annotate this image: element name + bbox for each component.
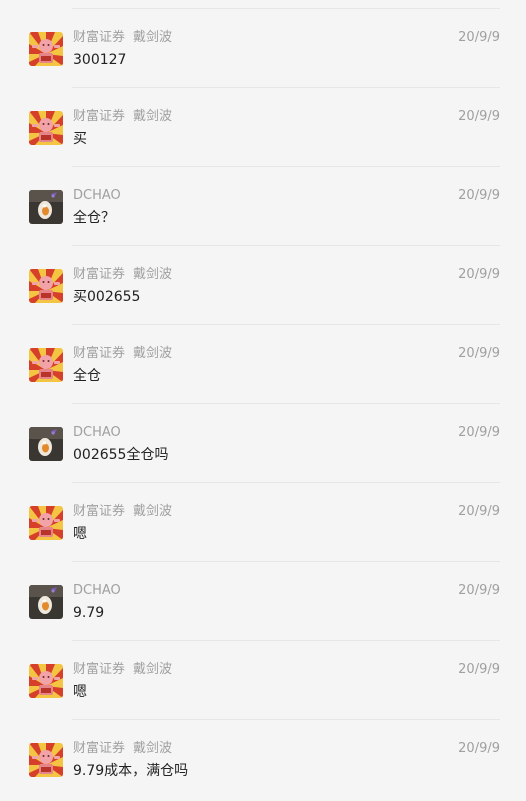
gem-avatar-icon[interactable] — [29, 190, 63, 224]
message-time: 20/9/9 — [458, 583, 500, 598]
message-text: 全仓 — [73, 368, 101, 384]
message-text: 9.79成本，满仓吗 — [73, 763, 189, 779]
message-text: 买 — [73, 131, 87, 147]
sender-name: 财富证券 戴剑波 — [73, 346, 173, 361]
sender-name: 财富证券 戴剑波 — [73, 741, 173, 756]
sender-name: 财富证券 戴剑波 — [73, 267, 173, 282]
message-row[interactable]: 财富证券 戴剑波 20/9/9 买 — [0, 88, 526, 167]
message-row[interactable]: DCHAO 20/9/9 全仓？ — [0, 167, 526, 246]
message-text: 002655全仓吗 — [73, 447, 169, 463]
message-text: 全仓？ — [73, 210, 115, 226]
sunburst-avatar-icon[interactable] — [29, 32, 63, 66]
message-text: 买002655 — [73, 289, 141, 305]
sender-name: DCHAO — [73, 583, 121, 598]
message-text: 9.79 — [73, 605, 105, 621]
message-row[interactable]: 财富证券 戴剑波 20/9/9 嗯 — [0, 641, 526, 720]
message-time: 20/9/9 — [458, 346, 500, 361]
message-time: 20/9/9 — [458, 741, 500, 756]
gem-avatar-icon[interactable] — [29, 585, 63, 619]
message-time: 20/9/9 — [458, 188, 500, 203]
message-row[interactable]: DCHAO 20/9/9 9.79 — [0, 562, 526, 641]
message-time: 20/9/9 — [458, 267, 500, 282]
message-row[interactable]: 财富证券 戴剑波 20/9/9 300127 — [0, 9, 526, 88]
sender-name: 财富证券 戴剑波 — [73, 30, 173, 45]
sunburst-avatar-icon[interactable] — [29, 664, 63, 698]
message-row[interactable]: 财富证券 戴剑波 20/9/9 9.79成本，满仓吗 — [0, 720, 526, 799]
sender-name: DCHAO — [73, 188, 121, 203]
message-time: 20/9/9 — [458, 662, 500, 677]
sender-name: 财富证券 戴剑波 — [73, 504, 173, 519]
sunburst-avatar-icon[interactable] — [29, 111, 63, 145]
sunburst-avatar-icon[interactable] — [29, 269, 63, 303]
message-time: 20/9/9 — [458, 30, 500, 45]
sunburst-avatar-icon[interactable] — [29, 348, 63, 382]
message-time: 20/9/9 — [458, 504, 500, 519]
message-text: 嗯 — [73, 526, 87, 542]
sender-name: 财富证券 戴剑波 — [73, 662, 173, 677]
sunburst-avatar-icon[interactable] — [29, 743, 63, 777]
sunburst-avatar-icon[interactable] — [29, 506, 63, 540]
gem-avatar-icon[interactable] — [29, 427, 63, 461]
message-row[interactable]: 财富证券 戴剑波 20/9/9 全仓 — [0, 325, 526, 404]
message-row[interactable]: 财富证券 戴剑波 20/9/9 买002655 — [0, 246, 526, 325]
sender-name: DCHAO — [73, 425, 121, 440]
message-text: 300127 — [73, 52, 127, 68]
message-row[interactable]: DCHAO 20/9/9 002655全仓吗 — [0, 404, 526, 483]
sender-name: 财富证券 戴剑波 — [73, 109, 173, 124]
message-text: 嗯 — [73, 684, 87, 700]
message-time: 20/9/9 — [458, 109, 500, 124]
message-time: 20/9/9 — [458, 425, 500, 440]
message-row[interactable]: 财富证券 戴剑波 20/9/9 嗯 — [0, 483, 526, 562]
